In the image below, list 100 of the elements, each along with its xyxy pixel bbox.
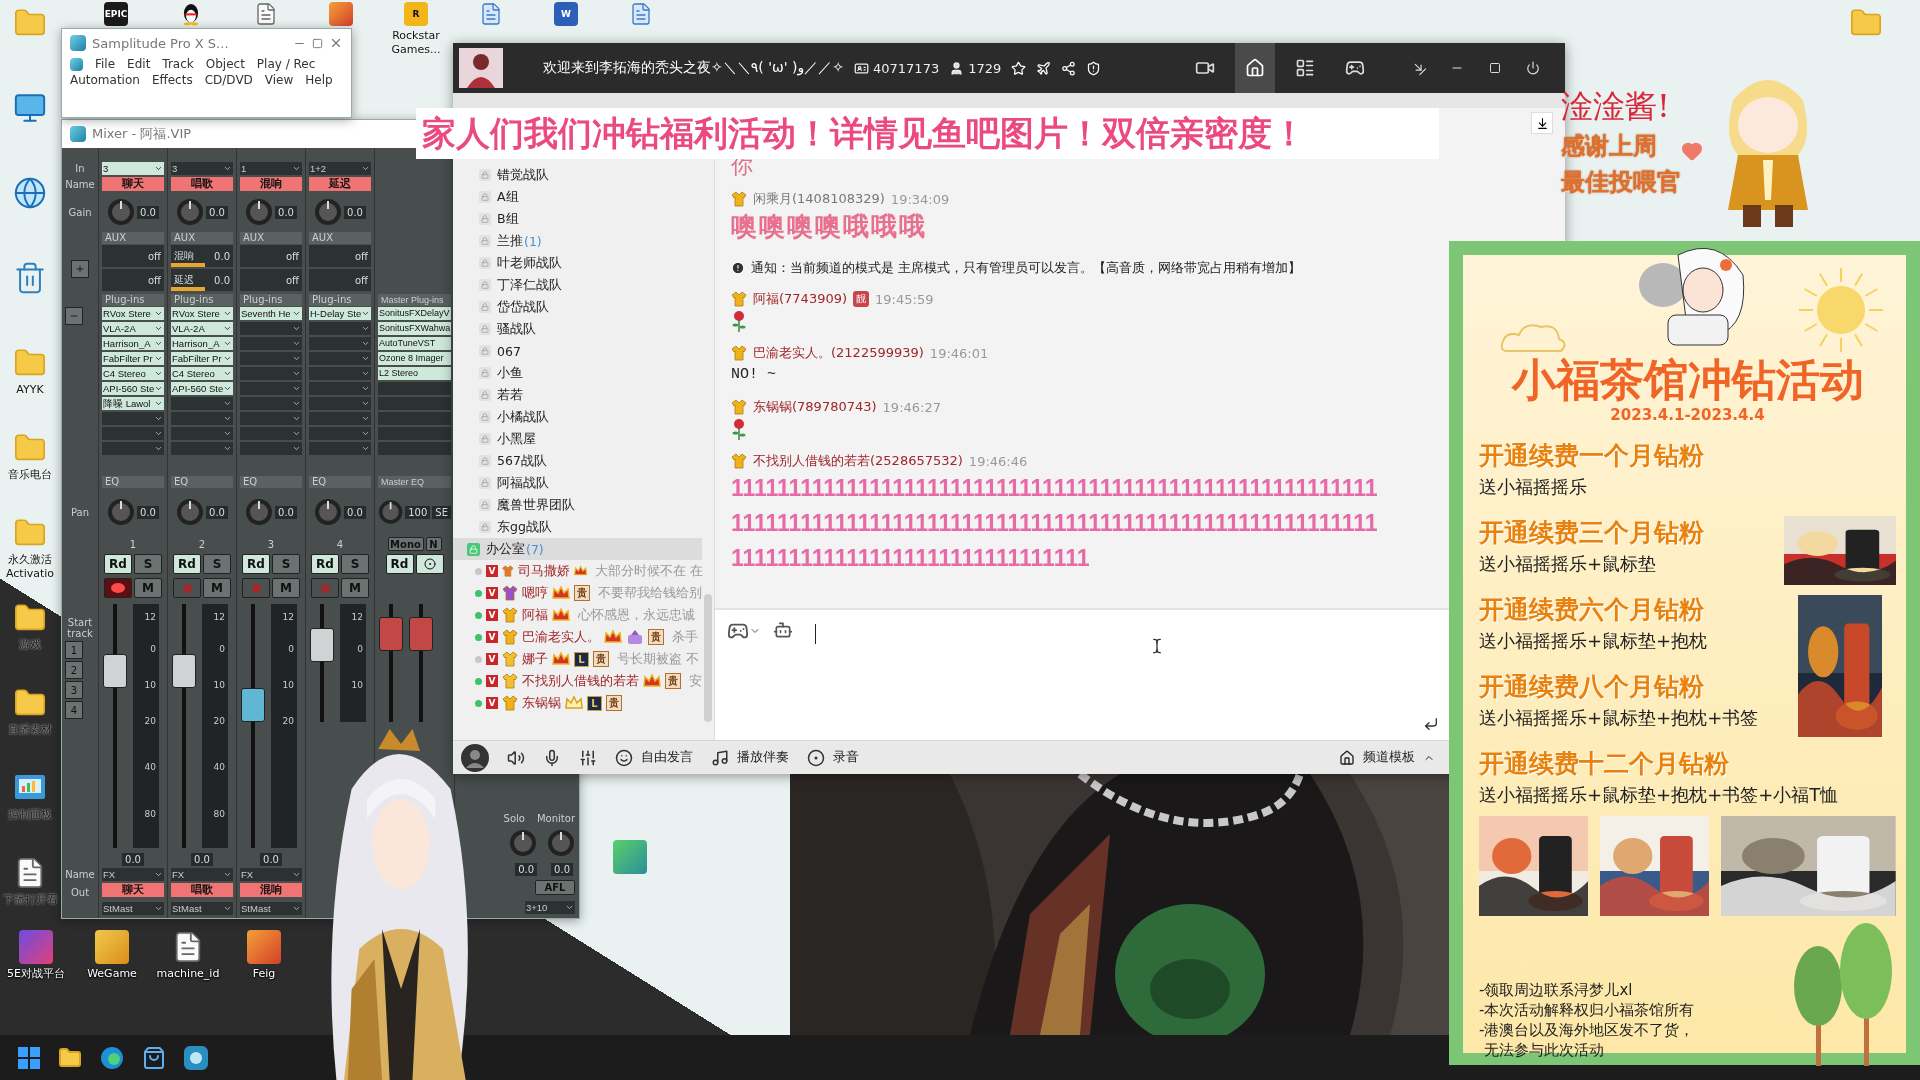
row-label: In (75, 162, 85, 174)
icon-label: 永久激活 Activatio (4, 553, 56, 581)
thanks-text: 感谢上周 (1561, 131, 1658, 162)
section-header: AUX (171, 232, 233, 244)
window-title: Samplitude Pro X S... (92, 35, 230, 51)
poster-note: -本次活动解释权归小福茶馆所有 (1479, 1000, 1695, 1020)
section-header: EQ (102, 476, 164, 488)
tier-headline: 开通续费六个月钻粉 (1479, 595, 1704, 625)
sender-name: 巴渝老实人。(2122599939) (753, 344, 924, 362)
user-signature: 不要帮我给钱给别 (598, 584, 702, 602)
message-text: 噢噢噢噢哦哦哦 (731, 210, 927, 243)
section-header: EQ (309, 476, 371, 488)
online-count: 1729 (968, 60, 1002, 76)
track-number: 3 (267, 538, 275, 550)
scale-label: 20 (282, 716, 294, 726)
section-header: AUX (240, 232, 302, 244)
sender-name: 东锅锅(789780743) (753, 398, 877, 416)
poster-note: -港澳台以及海外地区发不了货， (1479, 1020, 1695, 1040)
message-time: 19:46:01 (929, 345, 989, 361)
pan-value: 100 (405, 505, 431, 519)
scale-label: 20 (144, 716, 156, 726)
scale-label: 0 (288, 644, 294, 654)
scale-label: 40 (213, 762, 225, 772)
scale-label: 12 (351, 612, 363, 622)
track-number: 4 (336, 538, 344, 550)
gain-value: 0.0 (206, 205, 228, 219)
section-header: EQ (171, 476, 233, 488)
pan-value: 0.0 (344, 505, 366, 519)
user-name: 司马撒娇 (517, 562, 570, 580)
icon-label: AYYK (16, 383, 44, 397)
gain-value: 0.0 (137, 205, 159, 219)
scale-label: 10 (282, 680, 294, 690)
scale-label: 12 (282, 612, 294, 622)
league-badge: L (574, 651, 589, 667)
tier-headline: 开通续费十二个月钻粉 (1479, 749, 1729, 779)
icon-label: 游戏 (19, 638, 41, 652)
user-signature: 大部分时候不在 在 (595, 562, 703, 580)
pan-mode: SE (432, 505, 451, 519)
scale-label: 0 (150, 644, 156, 654)
fader-reading: 0.0 (191, 852, 213, 866)
section-header: AUX (102, 232, 164, 244)
scale-label: 20 (213, 716, 225, 726)
tier-headline: 开通续费八个月钻粉 (1479, 672, 1704, 702)
scale-label: 10 (144, 680, 156, 690)
icon-label: WeGame (87, 967, 137, 981)
section-header: Master EQ (378, 476, 451, 488)
user-signature: 杀手 (672, 628, 698, 646)
scale-label: 80 (144, 809, 156, 819)
row-label: Start track (66, 617, 94, 639)
user-signature: 心怀感恩，永远忠诚 (578, 606, 695, 624)
track-name: 延迟 (309, 177, 371, 191)
pan-value: 0.0 (275, 505, 297, 519)
section-header: Master Plug-ins (378, 294, 451, 306)
room-id: 40717173 (873, 60, 940, 76)
tier-headline: 开通续费三个月钻粉 (1479, 518, 1704, 548)
poster-dates: 2023.4.1-2023.4.4 (1609, 405, 1766, 425)
user-name: 阿福 (522, 606, 548, 624)
tier-gift: 送小福摇摇乐 (1479, 475, 1587, 499)
icon-label: Rockstar Games... (390, 29, 442, 57)
row-label: Name (65, 868, 95, 880)
tier-headline: 开通续费一个月钻粉 (1479, 441, 1704, 471)
noble-badge: 贵 (648, 629, 664, 645)
vip-badge: V (486, 675, 498, 687)
section-header: Plug-ins (171, 294, 233, 306)
user-signature: 安 (689, 672, 702, 690)
message-text: 11111111111111111111111111111111111111111111111111111111 (731, 509, 1378, 538)
scale-label: 12 (213, 612, 225, 622)
track-number: 1 (129, 538, 137, 550)
fader-reading: 0.0 (122, 852, 144, 866)
league-badge: L (587, 695, 602, 711)
knob-label: Solo (503, 812, 525, 824)
poster-note: -领取周边联系浔梦儿xl (1479, 980, 1634, 1000)
user-name: 东锅锅 (522, 694, 561, 712)
noble-badge: 贵 (606, 695, 622, 711)
icon-label: 直播素材 (8, 723, 52, 737)
fader-reading: 0.0 (260, 852, 282, 866)
vip-badge: V (486, 697, 498, 709)
pan-value: 0.0 (137, 505, 159, 519)
message-time: 19:46:27 (882, 399, 941, 415)
scale-label: 40 (144, 762, 156, 772)
vip-badge: V (486, 609, 498, 621)
track-name: 混响 (240, 177, 302, 191)
notice-text: 通知：当前频道的模式是 主席模式，只有管理员可以发言。【高音质，网络带宽占用稍有增加】 (751, 259, 1301, 277)
vip-badge: V (486, 653, 498, 665)
row-label: Out (70, 886, 90, 898)
user-name: 娜子 (522, 650, 548, 668)
user-name: 巴渝老实人。 (522, 628, 600, 646)
message-time: 19:45:59 (875, 291, 934, 307)
room-title: 欢迎来到李拓海的秃头之夜✧＼＼٩( 'ω' )و／／✧ (543, 59, 844, 77)
message-time: 19:34:09 (890, 191, 950, 207)
tier-gift: 送小福摇摇乐+鼠标垫+抱枕 (1479, 629, 1708, 653)
icon-label: 音乐电台 (8, 468, 52, 482)
track-name: 聊天 (102, 177, 164, 191)
tier-gift: 送小福摇摇乐+鼠标垫 (1479, 552, 1657, 576)
track-name: 混响 (240, 883, 302, 897)
row-label: Name (65, 178, 95, 190)
track-name: 唱歌 (171, 177, 233, 191)
thanks-name: 淦淦酱! (1561, 86, 1671, 126)
section-header: Plug-ins (102, 294, 164, 306)
track-name: 唱歌 (171, 883, 233, 897)
